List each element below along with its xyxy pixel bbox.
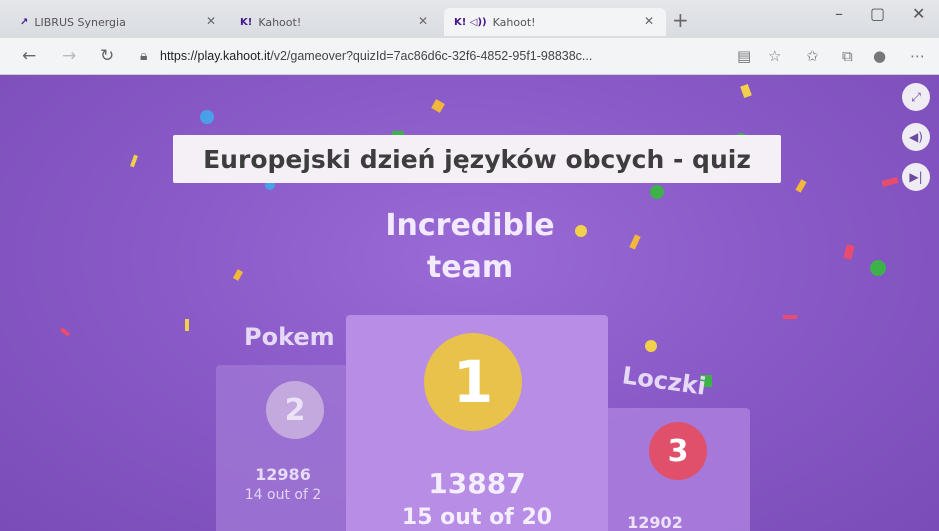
medal-3: 3 — [649, 422, 707, 480]
profile-avatar-icon[interactable]: ● — [873, 47, 886, 65]
podium-1-detail: 15 out of 20 — [401, 505, 553, 530]
volume-icon[interactable]: ◀) — [902, 123, 930, 151]
librus-icon: ↗ — [20, 16, 29, 28]
favorites-list-icon[interactable]: ✩ — [806, 47, 819, 65]
game-stage: Europejski dzień języków obcych - quiz I… — [0, 75, 939, 531]
kahoot-icon: K! — [240, 16, 253, 28]
confetti — [431, 99, 445, 113]
medal-2: 2 — [266, 381, 324, 439]
confetti — [783, 315, 797, 319]
confetti — [185, 319, 189, 331]
fullscreen-icon[interactable]: ⤢ — [902, 83, 930, 111]
collections-icon[interactable]: ⧉ — [842, 47, 853, 65]
confetti — [59, 327, 71, 337]
close-icon[interactable]: ✕ — [418, 14, 428, 28]
tab-label: Kahoot! — [492, 15, 536, 29]
refresh-icon[interactable]: ↻ — [100, 46, 114, 66]
tab-label: LIBRUS Synergia — [34, 15, 126, 29]
heading-line-1: Incredible — [385, 208, 555, 243]
window-close-icon[interactable]: ✕ — [912, 4, 925, 23]
confetti — [645, 340, 657, 352]
podium-2-score: 12986 — [255, 465, 311, 484]
confetti — [740, 83, 752, 99]
confetti — [870, 260, 886, 276]
confetti — [843, 244, 855, 260]
reader-view-icon[interactable]: ▤ — [737, 47, 751, 65]
confetti — [650, 185, 664, 199]
lock-icon: 🔒︎ — [140, 48, 148, 64]
podium-3-name: Loczki — [620, 361, 708, 401]
favorite-star-icon[interactable]: ☆ — [768, 47, 781, 65]
close-icon[interactable]: ✕ — [644, 14, 654, 28]
confetti — [881, 177, 899, 187]
close-icon[interactable]: ✕ — [206, 14, 216, 28]
forward-icon[interactable]: → — [62, 46, 76, 66]
url-field[interactable]: https://play.kahoot.it/v2/gameover?quizI… — [160, 45, 730, 67]
tab-kahoot[interactable]: K! Kahoot! ✕ — [230, 8, 440, 36]
heading-line-2: team — [426, 250, 514, 285]
confetti — [629, 234, 641, 250]
skip-icon[interactable]: ▶| — [902, 163, 930, 191]
podium-2-name: Pokem — [244, 323, 335, 351]
tab-label: Kahoot! — [258, 15, 302, 29]
minimize-icon[interactable]: – — [835, 4, 843, 23]
medal-1: 1 — [424, 333, 522, 431]
confetti — [200, 110, 214, 124]
kahoot-audio-icon: K! ◁)) — [454, 16, 487, 28]
tab-librus[interactable]: ↗ LIBRUS Synergia ✕ — [10, 8, 228, 36]
new-tab-icon[interactable]: + — [672, 8, 689, 32]
url-host: https://play.kahoot.it — [160, 49, 271, 63]
quiz-title-banner: Europejski dzień języków obcych - quiz — [173, 135, 781, 183]
podium-1-score: 13887 — [428, 467, 526, 500]
tab-kahoot-active[interactable]: K! ◁)) Kahoot! ✕ — [444, 8, 666, 36]
confetti — [795, 179, 807, 193]
maximize-icon[interactable]: ▢ — [870, 4, 885, 23]
address-bar: ← → ↻ 🔒︎ https://play.kahoot.it/v2/gameo… — [0, 38, 939, 75]
result-heading: Incredible team — [330, 205, 610, 289]
back-icon[interactable]: ← — [22, 46, 36, 66]
confetti — [130, 154, 138, 168]
podium-2-detail: 14 out of 2 — [244, 487, 322, 503]
url-path: /v2/gameover?quizId=7ac86d6c-32f6-4852-9… — [270, 49, 593, 63]
quiz-title: Europejski dzień języków obcych - quiz — [203, 144, 751, 174]
more-menu-icon[interactable]: ⋯ — [910, 47, 925, 65]
confetti — [232, 269, 244, 281]
browser-tab-bar: ↗ LIBRUS Synergia ✕ K! Kahoot! ✕ K! ◁)) … — [0, 0, 939, 38]
podium-3-score: 12902 — [627, 513, 683, 531]
